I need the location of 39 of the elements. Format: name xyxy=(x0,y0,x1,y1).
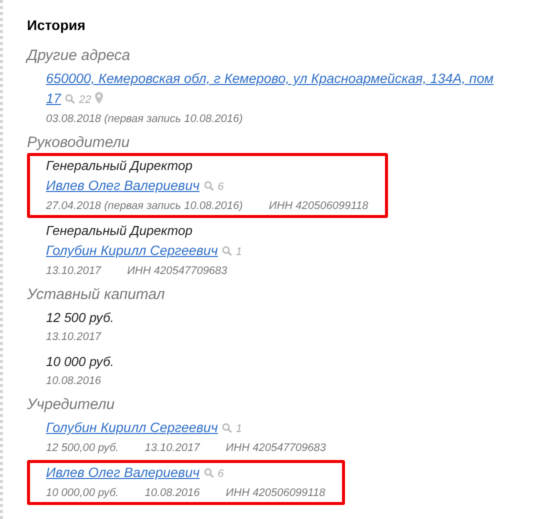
meta-text: 12 500,00 руб. xyxy=(46,441,119,456)
map-pin-icon[interactable] xyxy=(95,92,104,104)
search-count: 22 xyxy=(79,94,92,106)
amount-text: 10 000 руб. xyxy=(46,353,114,371)
person-link[interactable]: Ивлев Олег Валериевич xyxy=(46,178,200,193)
section-title: Другие адреса xyxy=(27,46,130,66)
meta-text: 10.08.2016 xyxy=(46,374,102,389)
search-icon xyxy=(204,181,214,191)
meta-text: ИНН 420547709683 xyxy=(226,441,326,456)
search-count: 1 xyxy=(236,246,242,258)
meta-text: 13.10.2017 xyxy=(46,330,102,345)
meta-text: ИНН 420506099118 xyxy=(226,486,326,501)
section-title: Руководители xyxy=(27,133,130,153)
meta-text: 10.08.2016 xyxy=(144,486,200,501)
role-text: Генеральный Директор xyxy=(46,157,192,175)
meta-text: 27.04.2018 (первая запись 10.08.2016) xyxy=(46,199,243,214)
address-link[interactable]: 650000, Кемеровская обл, г Кемерово, ул Красноармейская, 134А, пом xyxy=(46,71,494,86)
search-count: 6 xyxy=(218,468,224,480)
history-title: История xyxy=(27,16,86,34)
meta-text: 10 000,00 руб. xyxy=(46,486,119,501)
person-link[interactable]: Ивлев Олег Валериевич xyxy=(46,465,200,480)
meta-text: 03.08.2018 (первая запись 10.08.2016) xyxy=(46,112,243,127)
address-link[interactable]: 17 xyxy=(46,91,62,106)
section-title: Учредители xyxy=(27,395,115,415)
search-count: 6 xyxy=(218,181,224,193)
person-link[interactable]: Голубин Кирилл Сергеевич xyxy=(46,420,218,435)
section-title: Уставный капитал xyxy=(27,285,165,305)
role-text: Генеральный Директор xyxy=(46,222,192,240)
meta-text: 13.10.2017 xyxy=(46,264,102,279)
amount-text: 12 500 руб. xyxy=(46,309,114,327)
search-icon xyxy=(204,468,214,478)
meta-text: ИНН 420506099118 xyxy=(268,199,368,214)
search-icon xyxy=(222,423,232,433)
person-link[interactable]: Голубин Кирилл Сергеевич xyxy=(46,243,218,258)
search-count: 1 xyxy=(236,423,242,435)
search-icon xyxy=(65,94,76,104)
meta-text: ИНН 420547709683 xyxy=(127,264,228,279)
meta-text: 13.10.2017 xyxy=(144,441,200,456)
search-icon xyxy=(222,246,232,256)
